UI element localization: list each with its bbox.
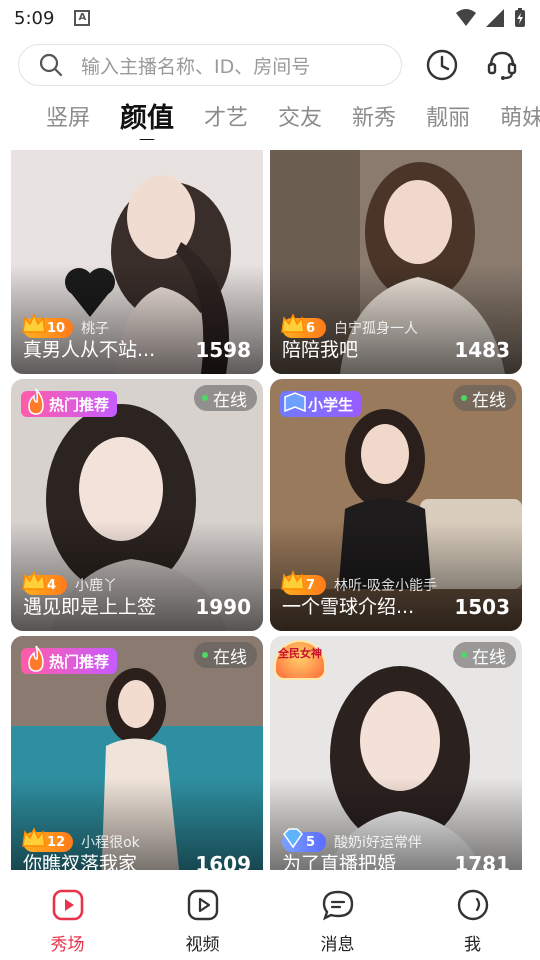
customer-service-button[interactable] (482, 45, 522, 85)
history-button[interactable] (422, 45, 462, 85)
stream-card[interactable]: 10 桃子 真男人从不站... 1598 (11, 150, 263, 374)
diamond-icon (283, 828, 303, 849)
viewer-count: 1598 (195, 338, 251, 362)
search-icon (39, 53, 63, 77)
stream-title: 一个雪球介绍... (282, 596, 415, 618)
stream-card[interactable]: 热门推荐 在线 12 小程很ok 你瞧衩落我家 1609 (11, 636, 263, 870)
viewer-count: 1990 (195, 595, 251, 619)
tab-vertical[interactable]: 竖屏 (46, 92, 90, 132)
tab-newcomer[interactable]: 新秀 (352, 92, 396, 132)
nav-label: 我 (464, 935, 481, 955)
stream-title: 遇见即是上上签 (23, 596, 157, 618)
signal-icon (486, 9, 504, 27)
nav-label: 秀场 (50, 935, 85, 955)
stream-title: 为了直播把婚 (282, 853, 397, 870)
flame-icon (28, 388, 44, 415)
crown-icon (22, 570, 46, 590)
profile-icon (457, 889, 488, 921)
nav-label: 视频 (185, 935, 220, 955)
nav-show[interactable]: 秀场 (0, 870, 135, 960)
wifi-icon (456, 9, 476, 26)
stream-card[interactable]: 6 白宁孤身一人 陪陪我吧 1483 (270, 150, 522, 374)
hot-recommend-tag: 热门推荐 (21, 388, 118, 417)
chat-icon (322, 890, 353, 921)
crown-icon (22, 313, 46, 333)
flame-icon (28, 645, 44, 672)
crown-icon (22, 827, 46, 847)
stream-card[interactable]: 全民女神 在线 5 酸奶i好运常伴 为了直播把婚 1781 (270, 636, 522, 870)
stream-title: 你瞧衩落我家 (23, 853, 138, 870)
battery-icon (515, 8, 525, 27)
status-icons (456, 8, 526, 28)
nav-video[interactable]: 视频 (135, 870, 270, 960)
headset-icon (487, 51, 517, 80)
crown-icon (281, 570, 305, 590)
student-tag: 小学生 (280, 391, 362, 417)
bottom-nav: 秀场 视频 消息 我 (0, 870, 540, 960)
stream-card[interactable]: 热门推荐 在线 4 小鹿丫 遇见即是上上签 1990 (11, 379, 263, 631)
category-tabs: 竖屏 颜值 才艺 交友 新秀 靓丽 萌妹 (0, 92, 540, 140)
viewer-count: 1503 (454, 595, 510, 619)
search-placeholder: 输入主播名称、ID、房间号 (81, 55, 311, 78)
online-badge: 在线 (194, 385, 257, 411)
online-badge: 在线 (194, 642, 257, 668)
tab-friends[interactable]: 交友 (278, 92, 322, 132)
nav-me[interactable]: 我 (405, 870, 540, 960)
play-square-icon (52, 889, 83, 921)
viewer-count: 1483 (454, 338, 510, 362)
crown-icon (281, 313, 305, 333)
stream-grid: 10 桃子 真男人从不站... 1598 6 白宁孤身一人 陪陪我吧 1483 (0, 150, 540, 870)
online-badge: 在线 (453, 385, 516, 411)
stream-title: 真男人从不站... (23, 339, 156, 361)
stream-card[interactable]: 小学生 在线 7 林听-吸金小能手 一个雪球介绍... 1503 (270, 379, 522, 631)
status-bar: 5:09 A (0, 0, 540, 36)
video-icon (187, 889, 218, 921)
notification-icon: A (74, 10, 91, 26)
clock-icon (426, 49, 458, 81)
viewer-count: 1609 (195, 852, 251, 870)
stream-title: 陪陪我吧 (282, 339, 359, 361)
viewer-count: 1781 (454, 852, 510, 870)
tab-talent[interactable]: 才艺 (204, 92, 248, 132)
hot-recommend-tag: 热门推荐 (21, 645, 118, 674)
tab-looks[interactable]: 颜值 (120, 92, 174, 135)
nav-messages[interactable]: 消息 (270, 870, 405, 960)
search-input[interactable]: 输入主播名称、ID、房间号 (18, 44, 402, 86)
nav-label: 消息 (320, 935, 355, 955)
book-icon (284, 392, 306, 413)
tab-pretty[interactable]: 靓丽 (426, 92, 470, 132)
search-row: 输入主播名称、ID、房间号 (18, 44, 528, 86)
status-time: 5:09 (14, 7, 55, 29)
online-badge: 在线 (453, 642, 516, 668)
tab-cute[interactable]: 萌妹 (500, 92, 540, 132)
